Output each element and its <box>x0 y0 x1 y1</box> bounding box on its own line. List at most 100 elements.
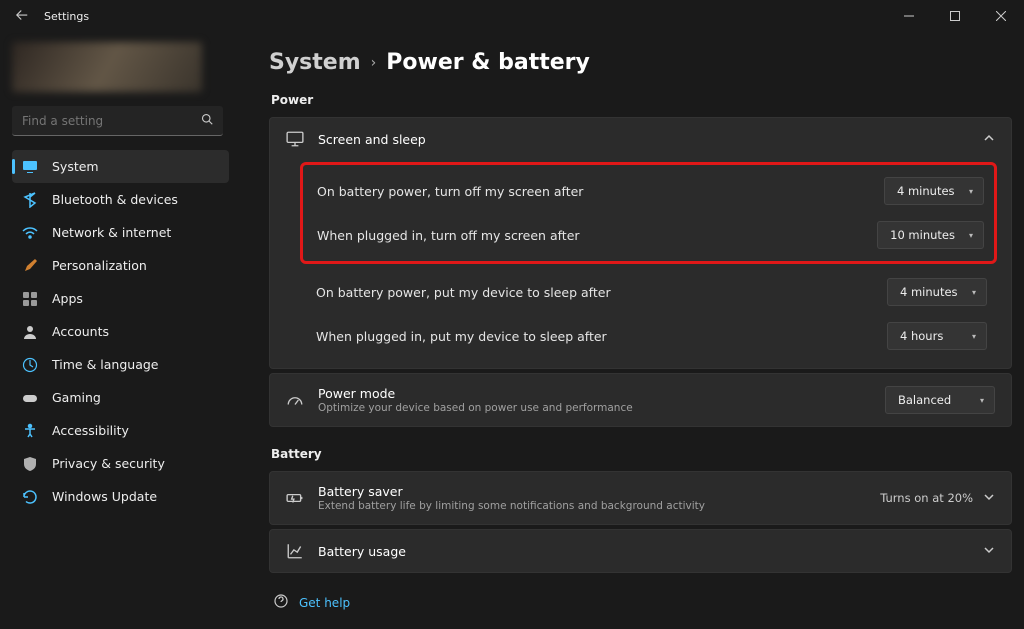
breadcrumb: System › Power & battery <box>269 50 1012 75</box>
titlebar: Settings <box>0 0 1024 32</box>
card-title: Battery usage <box>318 544 406 559</box>
system-icon <box>22 159 38 175</box>
window-controls <box>886 0 1024 32</box>
chevron-down-icon <box>983 544 995 559</box>
person-icon <box>22 324 38 340</box>
highlight-annotation-box: On battery power, turn off my screen aft… <box>300 162 997 264</box>
battery-usage-card[interactable]: Battery usage <box>269 529 1012 573</box>
update-icon <box>22 489 38 505</box>
dropdown-plugged-screen-off[interactable]: 10 minutes ▾ <box>877 221 984 249</box>
monitor-icon <box>286 130 304 148</box>
sidebar-item-privacy[interactable]: Privacy & security <box>12 447 229 480</box>
dropdown-value: 4 minutes <box>897 184 955 198</box>
battery-saver-icon <box>286 489 304 507</box>
row-label: On battery power, put my device to sleep… <box>316 285 611 300</box>
sidebar-item-label: Accounts <box>52 324 109 339</box>
sidebar-item-accounts[interactable]: Accounts <box>12 315 229 348</box>
close-button[interactable] <box>978 0 1024 32</box>
main-content: System › Power & battery Power Screen an… <box>235 32 1024 629</box>
sidebar-item-label: Accessibility <box>52 423 129 438</box>
row-label: When plugged in, turn off my screen afte… <box>317 228 580 243</box>
sidebar-item-apps[interactable]: Apps <box>12 282 229 315</box>
dropdown-value: 4 hours <box>900 329 943 343</box>
chevron-down-icon <box>983 491 995 506</box>
sidebar-item-bluetooth[interactable]: Bluetooth & devices <box>12 183 229 216</box>
row-plugged-screen-off: When plugged in, turn off my screen afte… <box>309 213 988 257</box>
chevron-up-icon <box>983 132 995 147</box>
sidebar-item-windows-update[interactable]: Windows Update <box>12 480 229 513</box>
chevron-down-icon: ▾ <box>969 187 973 196</box>
get-help-link[interactable]: Get help <box>299 596 350 610</box>
sidebar-item-label: System <box>52 159 99 174</box>
get-help-row: Get help <box>269 577 1012 612</box>
sidebar-item-accessibility[interactable]: Accessibility <box>12 414 229 447</box>
row-label: When plugged in, put my device to sleep … <box>316 329 607 344</box>
dropdown-power-mode[interactable]: Balanced ▾ <box>885 386 995 414</box>
sidebar-item-label: Personalization <box>52 258 147 273</box>
sidebar: System Bluetooth & devices Network & int… <box>0 32 235 629</box>
minimize-button[interactable] <box>886 0 932 32</box>
card-title: Screen and sleep <box>318 132 426 147</box>
screen-and-sleep-header[interactable]: Screen and sleep <box>270 118 1011 160</box>
search-box[interactable] <box>12 106 223 136</box>
chevron-down-icon: ▾ <box>969 231 973 240</box>
page-title: Power & battery <box>386 50 590 75</box>
breadcrumb-parent[interactable]: System <box>269 50 361 75</box>
row-plugged-sleep: When plugged in, put my device to sleep … <box>284 314 997 358</box>
back-button[interactable] <box>16 9 30 24</box>
apps-icon <box>22 291 38 307</box>
sidebar-item-gaming[interactable]: Gaming <box>12 381 229 414</box>
chart-icon <box>286 542 304 560</box>
sidebar-item-label: Privacy & security <box>52 456 165 471</box>
search-input[interactable] <box>22 114 201 128</box>
dropdown-value: 4 minutes <box>900 285 958 299</box>
nav-list: System Bluetooth & devices Network & int… <box>12 150 229 513</box>
section-battery-heading: Battery <box>271 447 1012 461</box>
accessibility-icon <box>22 423 38 439</box>
row-battery-sleep: On battery power, put my device to sleep… <box>284 270 997 314</box>
brush-icon <box>22 258 38 274</box>
gamepad-icon <box>22 390 38 406</box>
user-account-block[interactable] <box>12 42 202 92</box>
sidebar-item-label: Windows Update <box>52 489 157 504</box>
sidebar-item-personalization[interactable]: Personalization <box>12 249 229 282</box>
help-icon <box>273 593 289 612</box>
chevron-down-icon: ▾ <box>972 288 976 297</box>
card-title: Battery saver <box>318 484 705 499</box>
battery-saver-card[interactable]: Battery saver Extend battery life by lim… <box>269 471 1012 525</box>
bluetooth-icon <box>22 192 38 208</box>
sidebar-item-label: Gaming <box>52 390 101 405</box>
chevron-right-icon: › <box>371 55 377 71</box>
dropdown-plugged-sleep[interactable]: 4 hours ▾ <box>887 322 987 350</box>
card-title: Power mode <box>318 386 633 401</box>
window-title: Settings <box>44 10 89 23</box>
power-mode-card: Power mode Optimize your device based on… <box>269 373 1012 427</box>
sidebar-item-label: Apps <box>52 291 83 306</box>
globe-clock-icon <box>22 357 38 373</box>
shield-icon <box>22 456 38 472</box>
sidebar-item-time-language[interactable]: Time & language <box>12 348 229 381</box>
row-battery-screen-off: On battery power, turn off my screen aft… <box>309 169 988 213</box>
power-mode-row: Power mode Optimize your device based on… <box>270 374 1011 426</box>
chevron-down-icon: ▾ <box>972 332 976 341</box>
gauge-icon <box>286 391 304 409</box>
sidebar-item-label: Bluetooth & devices <box>52 192 178 207</box>
chevron-down-icon: ▾ <box>980 396 984 405</box>
section-power-heading: Power <box>271 93 1012 107</box>
wifi-icon <box>22 225 38 241</box>
search-icon <box>201 113 213 128</box>
maximize-button[interactable] <box>932 0 978 32</box>
sidebar-item-label: Time & language <box>52 357 158 372</box>
row-label: On battery power, turn off my screen aft… <box>317 184 583 199</box>
card-subtitle: Optimize your device based on power use … <box>318 402 633 414</box>
screen-and-sleep-card: Screen and sleep On battery power, turn … <box>269 117 1012 369</box>
dropdown-value: Balanced <box>898 393 951 407</box>
dropdown-battery-screen-off[interactable]: 4 minutes ▾ <box>884 177 984 205</box>
dropdown-battery-sleep[interactable]: 4 minutes ▾ <box>887 278 987 306</box>
sidebar-item-label: Network & internet <box>52 225 171 240</box>
battery-saver-value: Turns on at 20% <box>880 491 973 505</box>
dropdown-value: 10 minutes <box>890 228 955 242</box>
card-subtitle: Extend battery life by limiting some not… <box>318 500 705 512</box>
sidebar-item-system[interactable]: System <box>12 150 229 183</box>
sidebar-item-network[interactable]: Network & internet <box>12 216 229 249</box>
